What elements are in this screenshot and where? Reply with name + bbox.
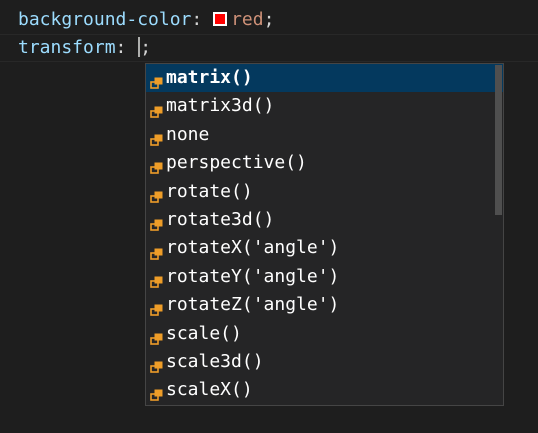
suggestion-item[interactable]: rotateX('angle'): [146, 234, 503, 262]
suggestion-scrollbar[interactable]: [495, 65, 502, 215]
value-icon: [150, 242, 164, 260]
suggestion-label: rotate(): [166, 180, 253, 202]
code-line-2[interactable]: transform: ;: [18, 34, 151, 62]
value-icon: [150, 128, 164, 146]
value-icon: [150, 185, 164, 203]
value-icon: [150, 156, 164, 175]
value-icon: [150, 71, 164, 89]
suggestion-label: rotate3d(): [166, 208, 275, 230]
css-value: red: [231, 9, 264, 30]
colon: :: [115, 37, 127, 58]
suggestion-label: perspective(): [166, 152, 307, 174]
suggestion-item[interactable]: rotateY('angle'): [146, 263, 503, 291]
suggestion-label: rotateZ('angle'): [166, 294, 340, 316]
suggestion-label: none: [166, 123, 210, 145]
suggestion-item[interactable]: rotate3d(): [146, 206, 503, 234]
suggestion-label: scaleX(): [166, 379, 253, 401]
suggestion-label: matrix3d(): [166, 95, 275, 117]
value-icon: [150, 327, 164, 345]
suggestion-item[interactable]: scale3d(): [146, 348, 503, 376]
semicolon: ;: [263, 9, 275, 30]
css-property: background-color: [18, 9, 192, 30]
code-editor[interactable]: background-color: red; transform: ; matr…: [0, 0, 538, 433]
suggestion-item[interactable]: perspective(): [146, 149, 503, 177]
value-icon: [150, 213, 164, 231]
suggestion-label: rotateY('angle'): [166, 265, 340, 287]
colon: :: [191, 9, 203, 30]
suggestion-item[interactable]: scale(): [146, 320, 503, 348]
value-icon: [150, 383, 164, 402]
suggestion-label: scale3d(): [166, 350, 264, 372]
suggestion-list: matrix() matrix3d() none perspective() rotat…: [146, 64, 503, 405]
value-icon: [150, 270, 164, 288]
suggestion-label: scale(): [166, 322, 242, 344]
code-line-1[interactable]: background-color: red;: [18, 6, 274, 34]
suggestion-item[interactable]: matrix3d(): [146, 92, 503, 120]
value-icon: [150, 100, 164, 118]
suggestion-label: rotateX('angle'): [166, 237, 340, 259]
suggestion-item[interactable]: rotate(): [146, 178, 503, 206]
suggestion-item[interactable]: none: [146, 121, 503, 149]
value-icon: [150, 298, 164, 317]
semicolon: ;: [140, 37, 152, 58]
css-property: transform: [18, 37, 116, 58]
value-icon: [150, 355, 164, 373]
suggestion-widget[interactable]: matrix() matrix3d() none perspective() rotat…: [145, 63, 504, 406]
suggestion-label: matrix(): [166, 67, 253, 88]
suggestion-item[interactable]: matrix(): [146, 64, 503, 93]
suggestion-item[interactable]: scaleX(): [146, 376, 503, 404]
color-swatch[interactable]: [213, 12, 228, 26]
suggestion-item[interactable]: rotateZ('angle'): [146, 291, 503, 319]
